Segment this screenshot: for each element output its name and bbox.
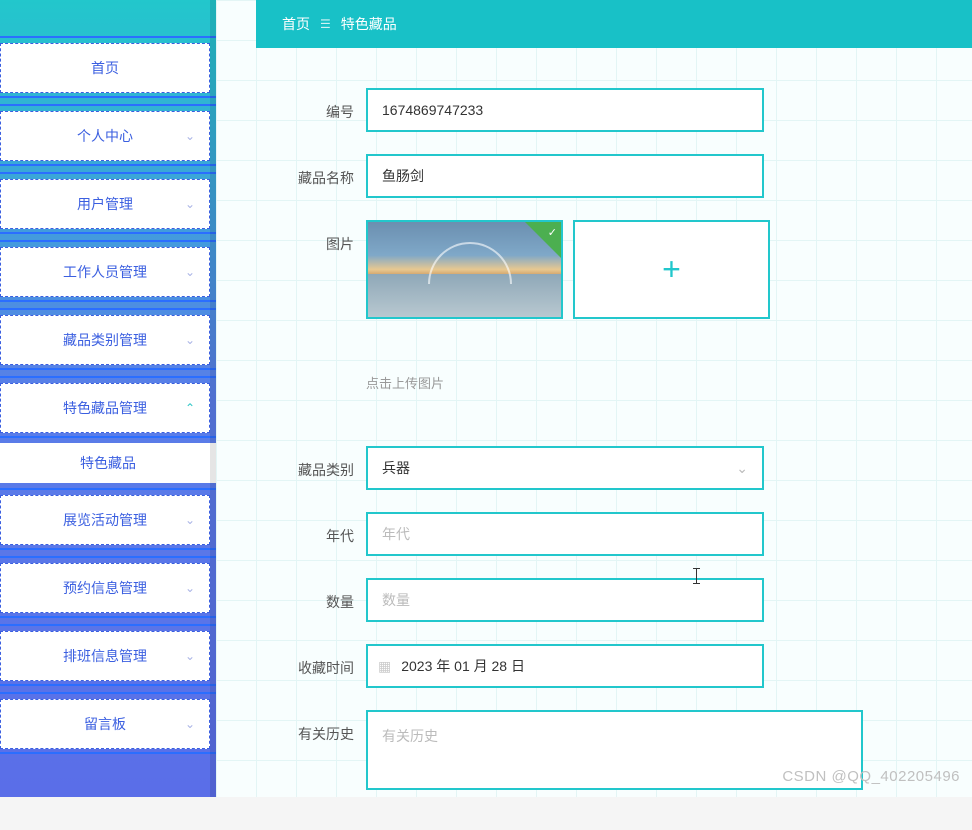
sidebar-item-label: 工作人员管理 bbox=[63, 262, 147, 282]
image-label: 图片 bbox=[286, 220, 366, 254]
sidebar-item-label: 预约信息管理 bbox=[63, 578, 147, 598]
sidebar-subitem-collection-list[interactable]: 特色藏品 bbox=[0, 443, 216, 483]
watermark: CSDN @QQ_402205496 bbox=[782, 768, 960, 785]
breadcrumb-current: 特色藏品 bbox=[341, 14, 397, 34]
sidebar: 首页 个人中心 ⌄ 用户管理 ⌄ 工作人员管理 ⌄ 藏品类别管理 ⌄ 特色藏品管… bbox=[0, 0, 216, 797]
quantity-input[interactable] bbox=[382, 592, 748, 608]
collect-time-input[interactable] bbox=[401, 658, 748, 674]
check-icon: ✓ bbox=[548, 226, 557, 239]
chevron-down-icon: ⌄ bbox=[185, 129, 195, 143]
sidebar-item-label: 展览活动管理 bbox=[63, 510, 147, 530]
era-input[interactable] bbox=[382, 526, 748, 542]
sidebar-item-personal[interactable]: 个人中心 ⌄ bbox=[0, 111, 210, 161]
sidebar-item-label: 用户管理 bbox=[77, 194, 133, 214]
uploaded-image[interactable]: ✓ bbox=[366, 220, 563, 319]
quantity-input-wrapper bbox=[366, 578, 764, 622]
category-select[interactable]: 兵器 ⌄ bbox=[366, 446, 764, 490]
chevron-down-icon: ⌄ bbox=[185, 581, 195, 595]
form: 编号 藏品名称 图片 ✓ + bbox=[256, 70, 972, 830]
era-label: 年代 bbox=[286, 512, 366, 546]
sidebar-item-label: 藏品类别管理 bbox=[63, 330, 147, 350]
sidebar-item-label: 留言板 bbox=[84, 714, 126, 734]
chevron-down-icon: ⌄ bbox=[185, 333, 195, 347]
breadcrumb-divider-icon: ☰ bbox=[320, 17, 331, 31]
sidebar-item-home[interactable]: 首页 bbox=[0, 43, 210, 93]
id-input-wrapper bbox=[366, 88, 764, 132]
name-label: 藏品名称 bbox=[286, 154, 366, 188]
text-cursor bbox=[696, 568, 697, 584]
sidebar-item-label: 特色藏品管理 bbox=[63, 398, 147, 418]
sidebar-item-exhibition[interactable]: 展览活动管理 ⌄ bbox=[0, 495, 210, 545]
upload-button[interactable]: + bbox=[573, 220, 770, 319]
sidebar-item-staff[interactable]: 工作人员管理 ⌄ bbox=[0, 247, 210, 297]
breadcrumb-home[interactable]: 首页 bbox=[282, 14, 310, 34]
sidebar-item-users[interactable]: 用户管理 ⌄ bbox=[0, 179, 210, 229]
collect-time-label: 收藏时间 bbox=[286, 644, 366, 678]
chevron-down-icon: ⌄ bbox=[736, 460, 748, 477]
category-label: 藏品类别 bbox=[286, 446, 366, 480]
name-input[interactable] bbox=[382, 168, 748, 184]
id-label: 编号 bbox=[286, 88, 366, 122]
quantity-label: 数量 bbox=[286, 578, 366, 612]
sidebar-item-collection[interactable]: 特色藏品管理 ⌃ bbox=[0, 383, 210, 433]
sidebar-item-schedule[interactable]: 排班信息管理 ⌄ bbox=[0, 631, 210, 681]
era-input-wrapper bbox=[366, 512, 764, 556]
calendar-icon: ▦ bbox=[378, 658, 391, 675]
chevron-down-icon: ⌄ bbox=[185, 197, 195, 211]
sidebar-item-messages[interactable]: 留言板 ⌄ bbox=[0, 699, 210, 749]
upload-hint: 点击上传图片 bbox=[366, 373, 444, 392]
name-input-wrapper bbox=[366, 154, 764, 198]
chevron-down-icon: ⌄ bbox=[185, 265, 195, 279]
category-value: 兵器 bbox=[382, 458, 410, 478]
chevron-down-icon: ⌄ bbox=[185, 717, 195, 731]
plus-icon: + bbox=[662, 251, 681, 288]
main-content: 首页 ☰ 特色藏品 编号 藏品名称 图片 ✓ bbox=[216, 0, 972, 797]
chevron-down-icon: ⌄ bbox=[185, 649, 195, 663]
sidebar-subitem-label: 特色藏品 bbox=[80, 453, 136, 473]
sidebar-item-reservation[interactable]: 预约信息管理 ⌄ bbox=[0, 563, 210, 613]
sidebar-item-label: 首页 bbox=[91, 58, 119, 78]
sidebar-item-category[interactable]: 藏品类别管理 ⌄ bbox=[0, 315, 210, 365]
history-label: 有关历史 bbox=[286, 710, 366, 744]
sidebar-item-label: 排班信息管理 bbox=[63, 646, 147, 666]
breadcrumb: 首页 ☰ 特色藏品 bbox=[256, 0, 972, 48]
sidebar-item-label: 个人中心 bbox=[77, 126, 133, 146]
collect-time-input-wrapper: ▦ bbox=[366, 644, 764, 688]
chevron-up-icon: ⌃ bbox=[185, 401, 195, 415]
chevron-down-icon: ⌄ bbox=[185, 513, 195, 527]
id-input[interactable] bbox=[382, 102, 748, 118]
